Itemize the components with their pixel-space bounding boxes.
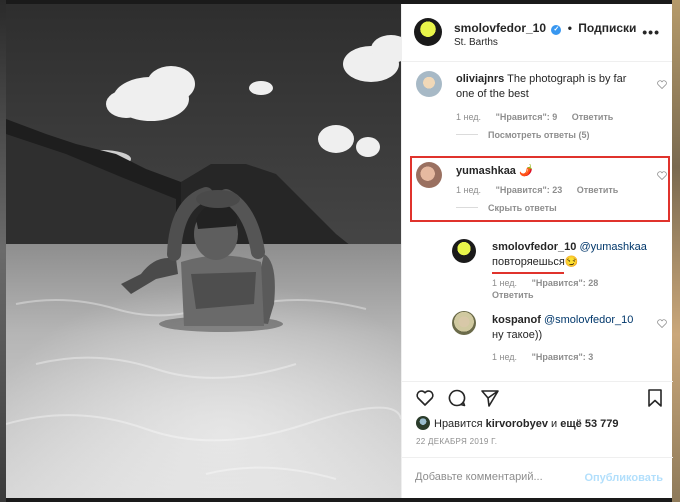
follow-button[interactable]: Подписки	[578, 21, 636, 35]
author-line: smolovfedor_10 ✓ • Подписки	[454, 21, 636, 35]
reply-item: smolovfedor_10 @yumashkaa повторяешься😏 …	[402, 233, 673, 303]
header-separator: •	[567, 21, 572, 35]
thread-line	[456, 134, 478, 135]
comment-age: 1 нед.	[456, 112, 482, 122]
reply-meta: Ответить	[492, 290, 546, 300]
likes-prefix: Нравится	[434, 418, 483, 430]
comment-item: oliviajnrs The photograph is by far one …	[402, 63, 673, 153]
comment-like-count[interactable]: "Нравится": 23	[496, 185, 563, 195]
reply-age: 1 нед.	[492, 352, 518, 362]
reply-meta: 1 нед. "Нравится": 28	[492, 278, 610, 288]
verified-icon: ✓	[551, 25, 562, 35]
heart-icon[interactable]	[657, 80, 667, 89]
comment-like-count[interactable]: "Нравится": 9	[496, 112, 558, 122]
post-date[interactable]: 22 ДЕКАБРЯ 2019 Г.	[416, 437, 497, 446]
reply-meta: 1 нед. "Нравится": 3	[492, 352, 605, 362]
view-replies-toggle[interactable]: Посмотреть ответы (5)	[456, 130, 589, 140]
screenshot-root: smolovfedor_10 ✓ • Подписки St. Barths •…	[0, 0, 680, 502]
comment-avatar[interactable]	[416, 71, 442, 97]
thread-line	[456, 207, 478, 208]
comment-body: 🌶️	[519, 165, 533, 177]
post-location[interactable]: St. Barths	[454, 37, 498, 48]
comment-text: oliviajnrs The photograph is by far one …	[456, 72, 636, 102]
add-comment-bar: Опубликовать	[402, 457, 673, 499]
author-username[interactable]: smolovfedor_10	[454, 21, 546, 35]
text-underline	[492, 272, 564, 274]
comment-item: yumashkaa 🌶️ 1 нед. "Нравится": 23 Ответ…	[402, 156, 673, 222]
comment-icon[interactable]	[447, 388, 467, 408]
reply-avatar[interactable]	[452, 239, 476, 263]
reply-mention[interactable]: @yumashkaa	[579, 241, 646, 253]
author-avatar[interactable]	[414, 18, 442, 46]
reply-button[interactable]: Ответить	[572, 112, 614, 122]
hide-replies-toggle[interactable]: Скрыть ответы	[456, 203, 557, 213]
comment-meta: 1 нед. "Нравится": 9 Ответить	[456, 112, 625, 122]
more-icon[interactable]: •••	[642, 24, 660, 40]
reply-mention[interactable]: @smolovfedor_10	[544, 314, 633, 326]
liked-by-user[interactable]: kirvorobyev	[486, 418, 548, 430]
reply-like-count[interactable]: "Нравится": 3	[532, 352, 594, 362]
comment-meta: 1 нед. "Нравится": 23 Ответить	[456, 185, 630, 195]
heart-icon[interactable]	[657, 171, 667, 180]
comments-list: oliviajnrs The photograph is by far one …	[402, 63, 673, 381]
reply-username[interactable]: kospanof	[492, 314, 541, 326]
comment-text: yumashkaa 🌶️	[456, 164, 636, 179]
post-photo-illustration	[6, 4, 401, 498]
post-photo[interactable]	[6, 4, 401, 498]
likes-connector: и	[551, 418, 558, 430]
reply-item: kospanof @smolovfedor_10 ну такое)) 1 не…	[402, 307, 673, 381]
post-header: smolovfedor_10 ✓ • Подписки St. Barths •…	[402, 4, 672, 62]
reply-text: kospanof @smolovfedor_10 ну такое))	[492, 313, 652, 343]
likes-summary: Нравится kirvorobyev и ещё 53 779	[416, 416, 618, 430]
likes-count[interactable]: ещё 53 779	[560, 418, 618, 430]
comment-avatar[interactable]	[416, 162, 442, 188]
reply-body: ну такое))	[492, 329, 543, 341]
reply-avatar[interactable]	[452, 311, 476, 335]
reply-text: smolovfedor_10 @yumashkaa повторяешься😏	[492, 240, 652, 270]
background-edge-right	[672, 0, 680, 502]
heart-icon[interactable]	[415, 388, 435, 408]
bookmark-icon[interactable]	[645, 388, 665, 408]
reply-username[interactable]: smolovfedor_10	[492, 241, 576, 253]
hide-replies-label: Скрыть ответы	[488, 203, 557, 213]
reply-button[interactable]: Ответить	[577, 185, 619, 195]
liker-avatar[interactable]	[416, 416, 430, 430]
view-replies-label: Посмотреть ответы (5)	[488, 130, 590, 140]
comment-age: 1 нед.	[456, 185, 482, 195]
add-comment-input[interactable]	[415, 471, 575, 483]
reply-age: 1 нед.	[492, 278, 518, 288]
post-actions: Нравится kirvorobyev и ещё 53 779 22 ДЕК…	[402, 381, 673, 498]
heart-icon[interactable]	[657, 319, 667, 328]
reply-button[interactable]: Ответить	[492, 290, 534, 300]
comment-username[interactable]: oliviajnrs	[456, 73, 504, 85]
reply-like-count[interactable]: "Нравится": 28	[532, 278, 599, 288]
share-icon[interactable]	[480, 388, 500, 408]
reply-body: повторяешься😏	[492, 256, 579, 268]
publish-button[interactable]: Опубликовать	[584, 472, 663, 484]
post-panel: smolovfedor_10 ✓ • Подписки St. Barths •…	[401, 4, 673, 498]
comment-username[interactable]: yumashkaa	[456, 165, 516, 177]
